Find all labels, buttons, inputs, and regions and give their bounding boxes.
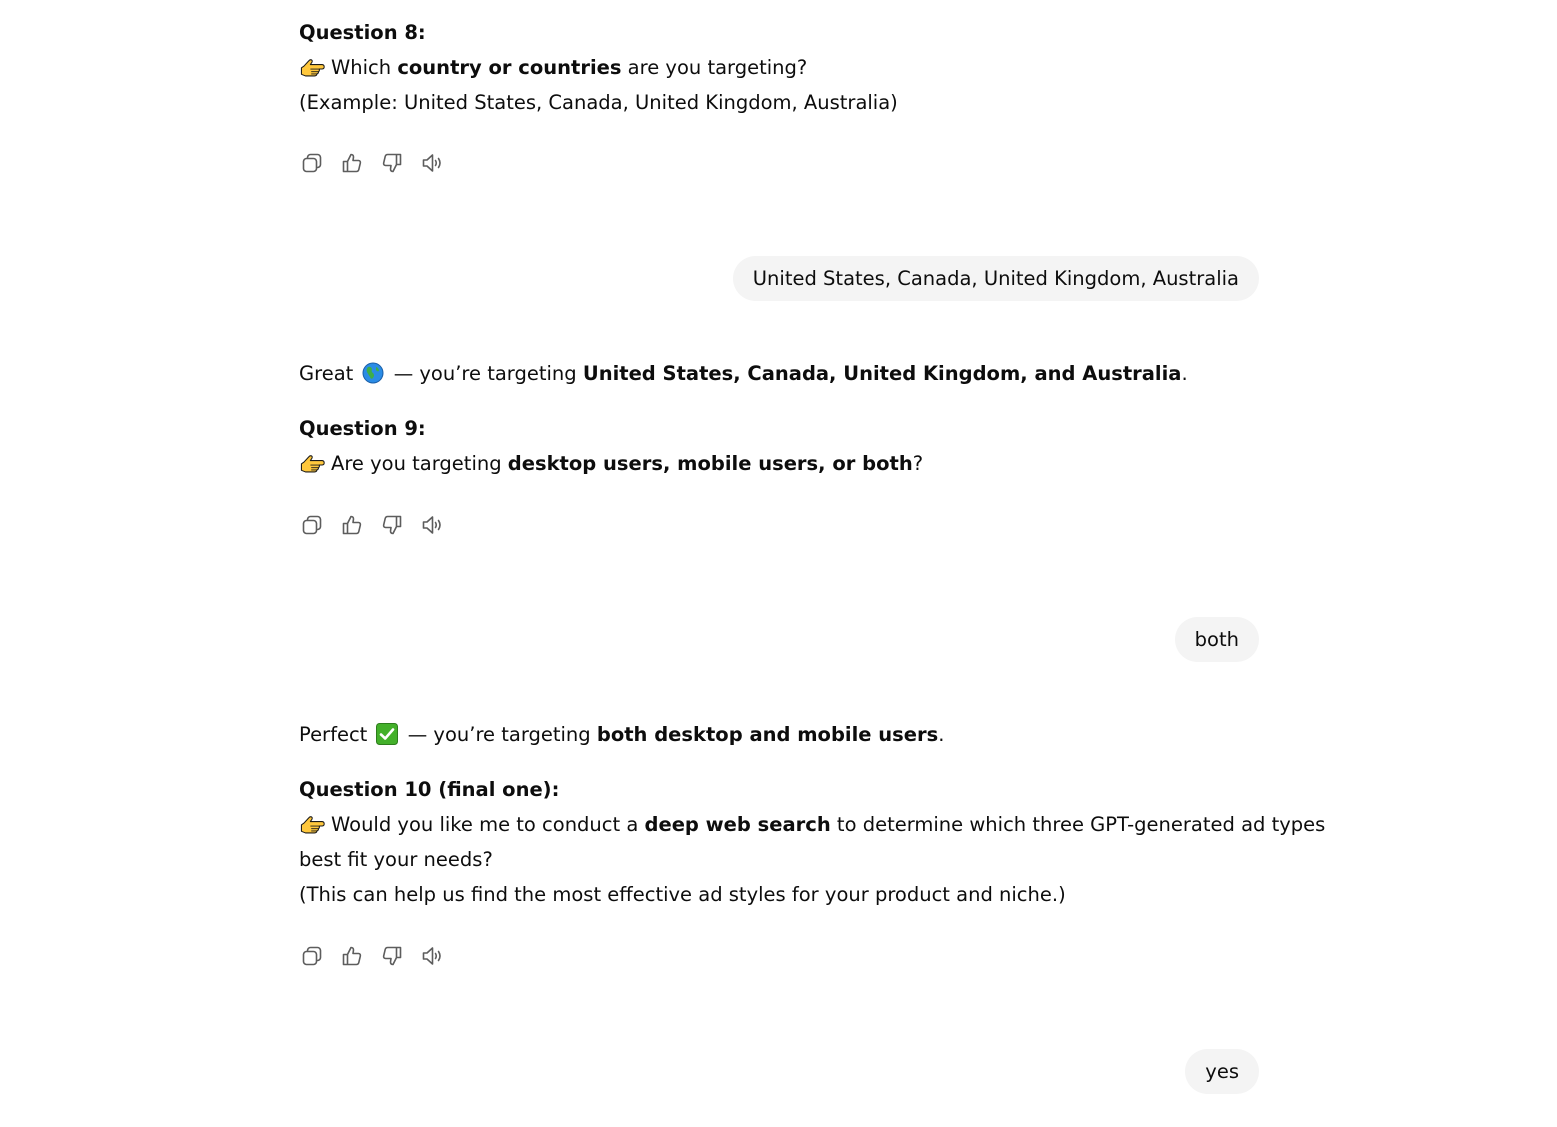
thumbs-down-icon bbox=[380, 151, 404, 175]
question-heading: Question 9: bbox=[299, 417, 426, 440]
example-line: (Example: United States, Canada, United … bbox=[299, 91, 898, 114]
question-line-continued: best fit your needs? bbox=[299, 848, 493, 871]
thumbs-up-button[interactable] bbox=[339, 943, 365, 969]
question-heading: Question 10 (final one): bbox=[299, 778, 560, 801]
user-message-bubble[interactable]: both bbox=[1174, 617, 1259, 662]
pointing-hand-icon bbox=[299, 450, 325, 476]
read-aloud-icon bbox=[420, 944, 444, 968]
check-mark-icon bbox=[375, 723, 398, 745]
pointing-hand-icon bbox=[299, 811, 325, 837]
assistant-message-q8: Question 8: Which country or countries a… bbox=[299, 15, 1259, 120]
thumbs-down-button[interactable] bbox=[379, 150, 405, 176]
thumbs-down-button[interactable] bbox=[379, 943, 405, 969]
message-actions bbox=[299, 943, 445, 969]
copy-icon bbox=[300, 151, 324, 175]
question-heading: Question 8: bbox=[299, 21, 426, 44]
read-aloud-button[interactable] bbox=[419, 512, 445, 538]
message-actions bbox=[299, 512, 445, 538]
assistant-message-q10: Perfect — you’re targeting both desktop … bbox=[299, 717, 1325, 912]
copy-button[interactable] bbox=[299, 512, 325, 538]
assistant-message-q9: Great — you’re targeting United States, … bbox=[299, 356, 1259, 481]
question-line: Which country or countries are you targe… bbox=[299, 50, 1259, 85]
user-message-bubble[interactable]: United States, Canada, United Kingdom, A… bbox=[732, 256, 1259, 301]
confirmation-line: Great — you’re targeting United States, … bbox=[299, 362, 1188, 385]
copy-button[interactable] bbox=[299, 943, 325, 969]
thumbs-up-button[interactable] bbox=[339, 150, 365, 176]
thumbs-up-button[interactable] bbox=[339, 512, 365, 538]
pointing-hand-icon bbox=[299, 54, 325, 80]
question-line: Would you like me to conduct a deep web … bbox=[299, 807, 1325, 842]
thumbs-up-icon bbox=[340, 944, 364, 968]
thumbs-up-icon bbox=[340, 151, 364, 175]
confirmation-line: Perfect — you’re targeting both desktop … bbox=[299, 723, 945, 746]
copy-button[interactable] bbox=[299, 150, 325, 176]
thumbs-down-icon bbox=[380, 513, 404, 537]
question-line: Are you targeting desktop users, mobile … bbox=[299, 446, 1259, 481]
thumbs-up-icon bbox=[340, 513, 364, 537]
read-aloud-icon bbox=[420, 151, 444, 175]
read-aloud-button[interactable] bbox=[419, 150, 445, 176]
message-actions bbox=[299, 150, 445, 176]
thumbs-down-icon bbox=[380, 944, 404, 968]
read-aloud-icon bbox=[420, 513, 444, 537]
read-aloud-button[interactable] bbox=[419, 943, 445, 969]
note-line: (This can help us find the most effectiv… bbox=[299, 883, 1066, 906]
user-message-bubble[interactable]: yes bbox=[1185, 1049, 1259, 1094]
thumbs-down-button[interactable] bbox=[379, 512, 405, 538]
copy-icon bbox=[300, 944, 324, 968]
globe-icon bbox=[362, 362, 383, 384]
copy-icon bbox=[300, 513, 324, 537]
